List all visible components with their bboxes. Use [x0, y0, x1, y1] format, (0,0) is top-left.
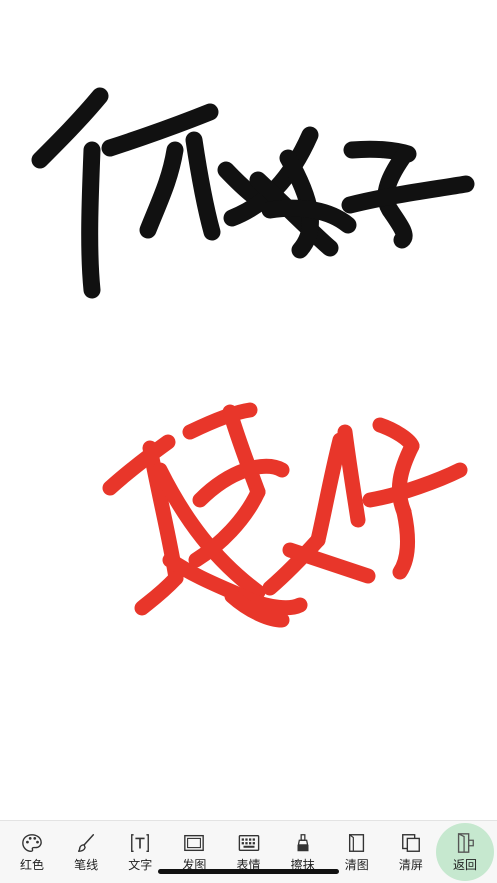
brush-icon: [78, 834, 95, 852]
exit-door-icon: [457, 833, 474, 853]
back-label: 返回: [452, 858, 477, 872]
palette-icon: [22, 834, 42, 852]
home-indicator[interactable]: [158, 869, 339, 874]
send-image-icon: [184, 834, 205, 852]
color-tool-button[interactable]: 红色: [6, 821, 58, 881]
clear-image-icon: [348, 834, 364, 852]
red-handwriting: [102, 402, 468, 628]
clear-image-label: 清图: [344, 858, 369, 872]
eraser-icon: [297, 834, 309, 852]
keyboard-icon: [238, 834, 259, 852]
clear-screen-button[interactable]: 清屏: [385, 821, 437, 881]
color-tool-label: 红色: [19, 858, 44, 872]
clear-screen-icon: [401, 834, 420, 852]
brush-tool-button[interactable]: 笔线: [60, 821, 112, 881]
clear-screen-label: 清屏: [398, 858, 423, 872]
black-handwriting: [31, 87, 475, 299]
brush-tool-label: 笔线: [74, 858, 99, 872]
text-tool-label: 文字: [128, 858, 153, 872]
text-icon: [131, 834, 150, 852]
back-button[interactable]: 返回: [436, 821, 494, 881]
drawing-canvas[interactable]: [0, 0, 497, 820]
handwriting-layer: [31, 87, 475, 628]
